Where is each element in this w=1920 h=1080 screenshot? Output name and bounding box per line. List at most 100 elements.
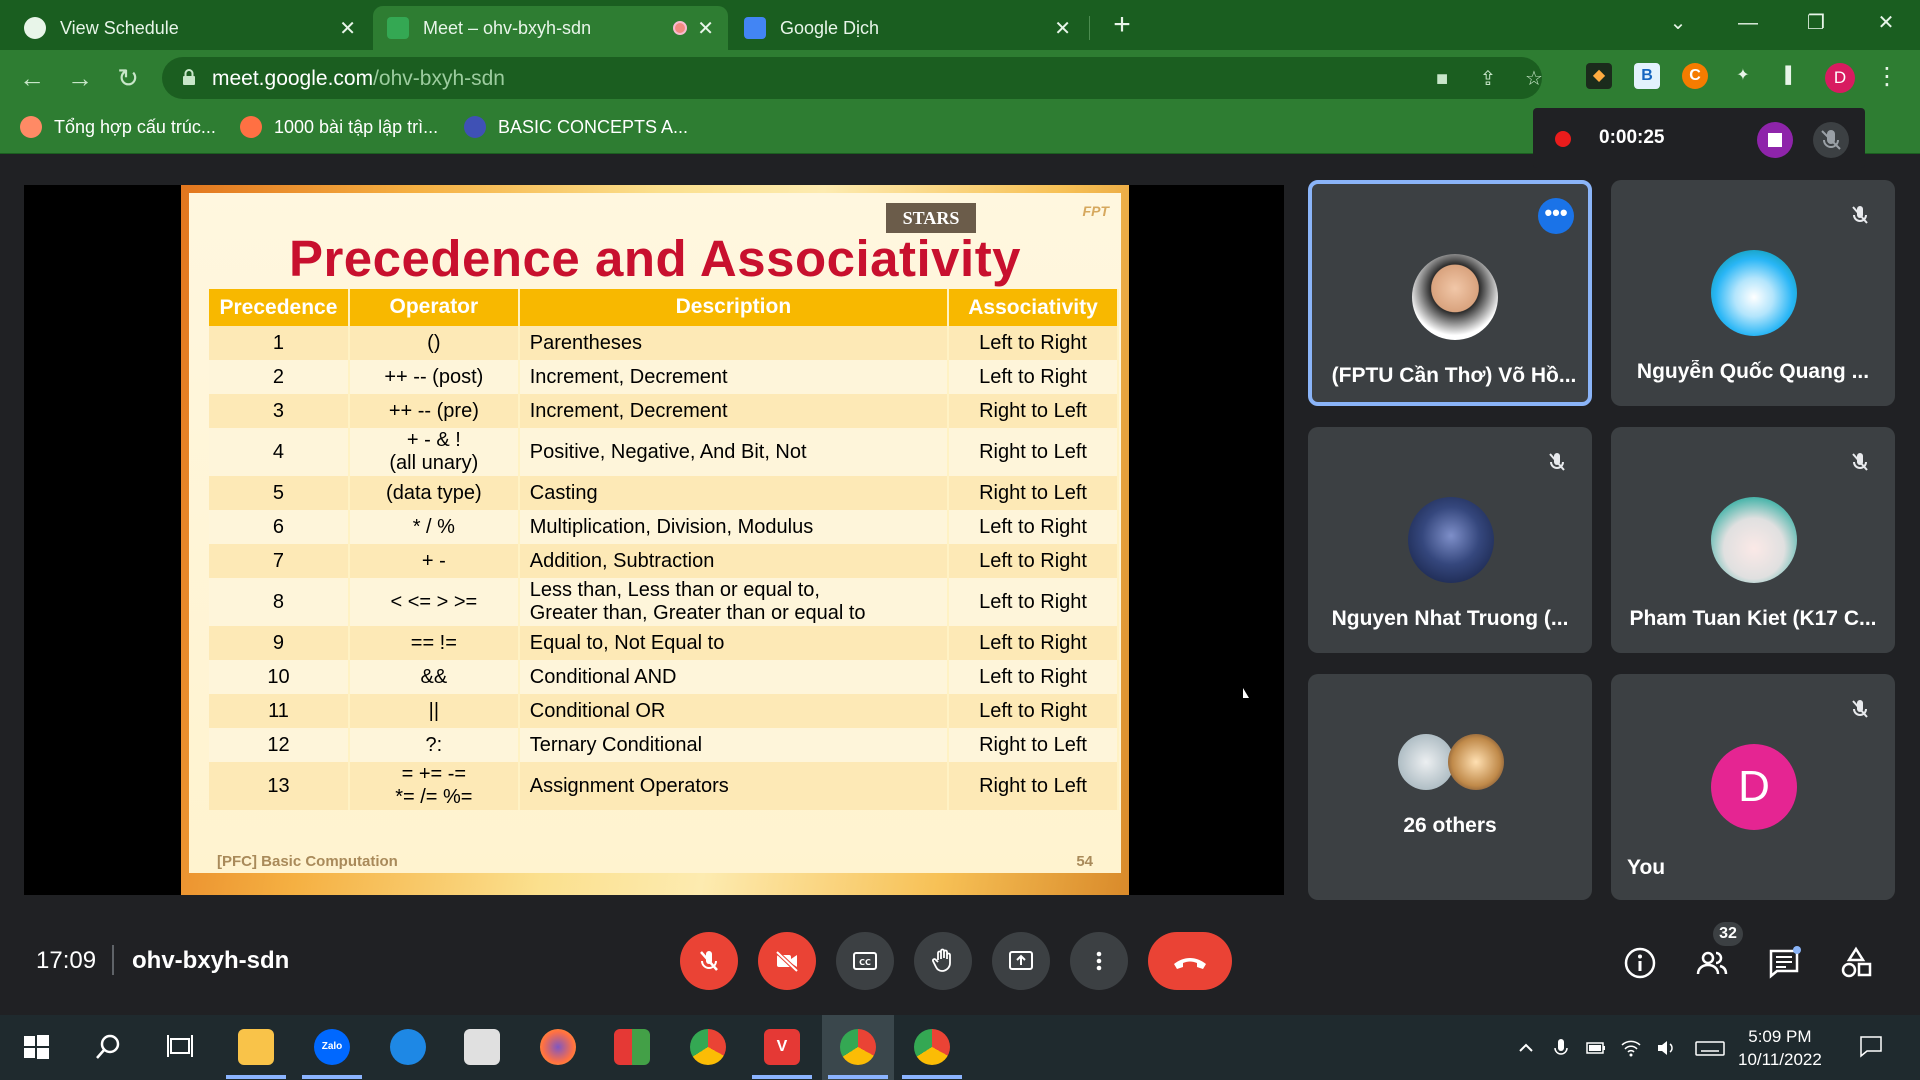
camera-toggle-button[interactable] [758,932,816,990]
globe-icon [24,17,46,39]
puzzle-icon[interactable]: ✦ [1730,63,1756,89]
participant-tile[interactable]: Nguyễn Quốc Quang ... [1611,180,1895,406]
tab-search-icon[interactable]: ⌄ [1658,8,1698,38]
participant-tile[interactable]: Nguyen Nhat Truong (... [1308,427,1592,653]
bookmark-item[interactable]: 1000 bài tập lập trì... [240,116,438,138]
extension-c-icon[interactable]: C [1682,63,1708,89]
vsc-app-icon[interactable]: V [764,1029,800,1065]
table-row: 10 && Conditional AND Left to Right [209,660,1119,694]
mic-off-icon[interactable] [1813,122,1849,158]
associativity-cell: Right to Left [948,476,1119,510]
close-window-button[interactable]: ✕ [1866,8,1906,38]
chevron-up-icon[interactable] [1515,1037,1537,1059]
mic-toggle-button[interactable] [680,932,738,990]
people-icon[interactable] [1694,945,1730,981]
reload-button[interactable]: ↻ [112,62,144,94]
associativity-cell: Left to Right [948,626,1119,660]
restore-button[interactable]: ❐ [1796,8,1836,38]
microphone-icon[interactable] [1550,1037,1572,1059]
clock-time: 5:09 PM [1748,1027,1812,1046]
captions-icon: CC [853,952,877,970]
self-tile[interactable]: D You [1611,674,1895,900]
more-options-button[interactable] [1070,932,1128,990]
keyboard-icon[interactable] [1695,1037,1725,1059]
app-icon[interactable] [464,1029,500,1065]
associativity-cell: Right to Left [948,394,1119,428]
stop-recording-button[interactable] [1757,122,1793,158]
svg-text:CC: CC [859,958,871,967]
tab-view-schedule[interactable]: View Schedule ✕ [10,6,370,50]
description-cell: Increment, Decrement [518,360,950,394]
activities-icon[interactable] [1838,945,1874,981]
forward-button[interactable]: → [64,62,96,94]
side-panel-icon[interactable]: ▌ [1778,63,1804,89]
bookmark-star-icon[interactable]: ☆ [1522,67,1546,91]
battery-icon[interactable] [1585,1037,1607,1059]
participant-photo [1711,497,1797,583]
raise-hand-button[interactable] [914,932,972,990]
present-icon [1009,951,1033,970]
captions-button[interactable]: CC [836,932,894,990]
extension-icon[interactable]: ◆ [1586,63,1612,89]
chat-icon[interactable] [1766,945,1802,981]
tab-meet[interactable]: Meet – ohv-bxyh-sdn ✕ [373,6,728,50]
participant-tile[interactable]: ••• (FPTU Cần Thơ) Võ Hồ... [1308,180,1592,406]
table-row: 12?: Ternary Conditional Right to Left [209,728,1119,762]
minimize-button[interactable]: — [1728,8,1768,38]
file-explorer-icon[interactable] [238,1029,274,1065]
bookmark-item[interactable]: Tổng hợp cấu trúc... [20,116,216,138]
volume-icon[interactable] [1655,1037,1677,1059]
camera-icon[interactable]: ■ [1430,67,1454,91]
zalo-icon[interactable]: Zalo [314,1029,350,1065]
new-tab-button[interactable]: + [1105,8,1139,42]
slide-title: Precedence and Associativity [288,230,1022,287]
chrome-icon[interactable] [690,1029,726,1065]
teamviewer-icon[interactable] [390,1029,426,1065]
bookmark-item[interactable]: BASIC CONCEPTS A... [464,116,688,138]
tab-google-translate[interactable]: Google Dịch ✕ [730,6,1085,50]
windows-start-icon[interactable] [18,1029,54,1065]
profile-avatar[interactable]: D [1825,63,1855,93]
chrome-menu-icon[interactable]: ⋮ [1875,62,1899,91]
table-row: 11 || Conditional OR Left to Right [209,694,1119,728]
others-tile[interactable]: 26 others [1308,674,1592,900]
running-indicator [226,1075,286,1079]
present-screen-button[interactable] [992,932,1050,990]
more-options-button[interactable]: ••• [1538,198,1574,234]
table-row: 7 + - Addition, Subtraction Left to Right [209,544,1119,578]
column-header: Description [518,289,950,326]
description-cell: Parentheses [518,326,950,360]
running-indicator [752,1075,812,1079]
chrome-icon[interactable] [914,1029,950,1065]
description-cell: Multiplication, Division, Modulus [518,510,950,544]
info-icon[interactable] [1622,945,1658,981]
wifi-icon[interactable] [1620,1037,1642,1059]
back-button[interactable]: ← [16,62,48,94]
participant-name: Nguyen Nhat Truong (... [1331,607,1569,630]
mic-off-icon [1845,694,1875,724]
operator-cell: && [348,660,520,694]
notifications-icon[interactable] [1858,1033,1884,1059]
bookmark-favicon-icon [464,116,486,138]
address-bar[interactable]: meet.google.com/ohv-bxyh-sdn ■ ⇪ ☆ [162,57,1543,99]
description-cell: Positive, Negative, And Bit, Not [518,428,950,476]
operator-cell: () [348,326,520,360]
system-clock[interactable]: 5:09 PM 10/11/2022 [1738,1025,1822,1071]
close-tab-icon[interactable]: ✕ [339,16,356,41]
task-view-icon[interactable] [162,1029,198,1065]
office-icon[interactable] [614,1029,650,1065]
participant-name: Pham Tuan Kiet (K17 C... [1629,607,1877,630]
firefox-icon[interactable] [540,1029,576,1065]
divider [112,945,114,975]
participant-tile[interactable]: Pham Tuan Kiet (K17 C... [1611,427,1895,653]
leave-call-button[interactable] [1148,932,1232,990]
description-cell: Conditional AND [518,660,950,694]
share-icon[interactable]: ⇪ [1476,67,1500,91]
recording-bar: 0:00:25 [1533,108,1865,168]
chrome-profile-icon[interactable] [840,1029,876,1065]
search-icon[interactable] [90,1029,126,1065]
close-tab-icon[interactable]: ✕ [1054,16,1071,41]
close-tab-icon[interactable]: ✕ [697,16,714,41]
bookmark-label: 1000 bài tập lập trì... [274,116,439,137]
extension-b-icon[interactable]: B [1634,63,1660,89]
